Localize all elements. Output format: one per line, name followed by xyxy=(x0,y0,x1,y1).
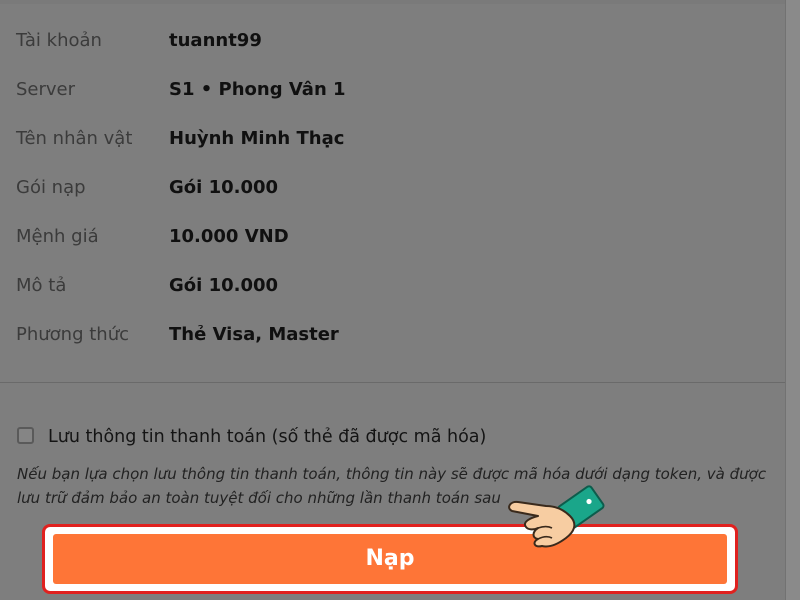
save-payment-label[interactable]: Lưu thông tin thanh toán (số thẻ đã được… xyxy=(48,425,486,449)
save-payment-note: Nếu bạn lựa chọn lưu thông tin thanh toá… xyxy=(17,462,767,510)
detail-label: Tên nhân vật xyxy=(16,128,133,149)
detail-row-account: Tài khoản tuannt99 xyxy=(16,24,776,58)
highlighted-button-frame: Nạp xyxy=(42,524,738,594)
submit-topup-button[interactable]: Nạp xyxy=(53,534,727,584)
detail-label: Phương thức xyxy=(16,324,130,345)
detail-value: S1 • Phong Vân 1 xyxy=(169,79,346,100)
detail-value: Gói 10.000 xyxy=(169,275,279,296)
detail-value: Thẻ Visa, Master xyxy=(169,324,339,345)
detail-row-character: Tên nhân vật Huỳnh Minh Thạc xyxy=(16,122,776,156)
detail-label: Server xyxy=(16,79,76,100)
detail-row-description: Mô tả Gói 10.000 xyxy=(16,269,776,303)
detail-label: Tài khoản xyxy=(16,30,102,51)
top-border xyxy=(0,0,786,4)
section-divider xyxy=(0,382,786,383)
note-line-1: Nếu bạn lựa chọn lưu thông tin thanh toá… xyxy=(17,465,767,483)
detail-row-method: Phương thức Thẻ Visa, Master xyxy=(16,318,776,352)
pointing-hand-icon xyxy=(508,485,605,548)
detail-value: 10.000 VND xyxy=(169,226,289,247)
detail-value: Huỳnh Minh Thạc xyxy=(169,128,345,149)
detail-label: Mô tả xyxy=(16,275,67,296)
payment-confirmation-page: Tài khoản tuannt99 Server S1 • Phong Vân… xyxy=(0,0,800,600)
save-payment-option[interactable]: Lưu thông tin thanh toán (số thẻ đã được… xyxy=(17,425,777,449)
detail-value: Gói 10.000 xyxy=(169,177,279,198)
detail-label: Mệnh giá xyxy=(16,226,99,247)
note-line-2: lưu trữ đảm bảo an toàn tuyệt đối cho nh… xyxy=(17,489,501,507)
detail-row-server: Server S1 • Phong Vân 1 xyxy=(16,73,776,107)
detail-row-denomination: Mệnh giá 10.000 VND xyxy=(16,220,776,254)
scrollbar[interactable] xyxy=(785,0,800,600)
save-payment-checkbox[interactable] xyxy=(17,427,34,444)
detail-value: tuannt99 xyxy=(169,30,262,51)
detail-label: Gói nạp xyxy=(16,177,86,198)
detail-row-package: Gói nạp Gói 10.000 xyxy=(16,171,776,205)
